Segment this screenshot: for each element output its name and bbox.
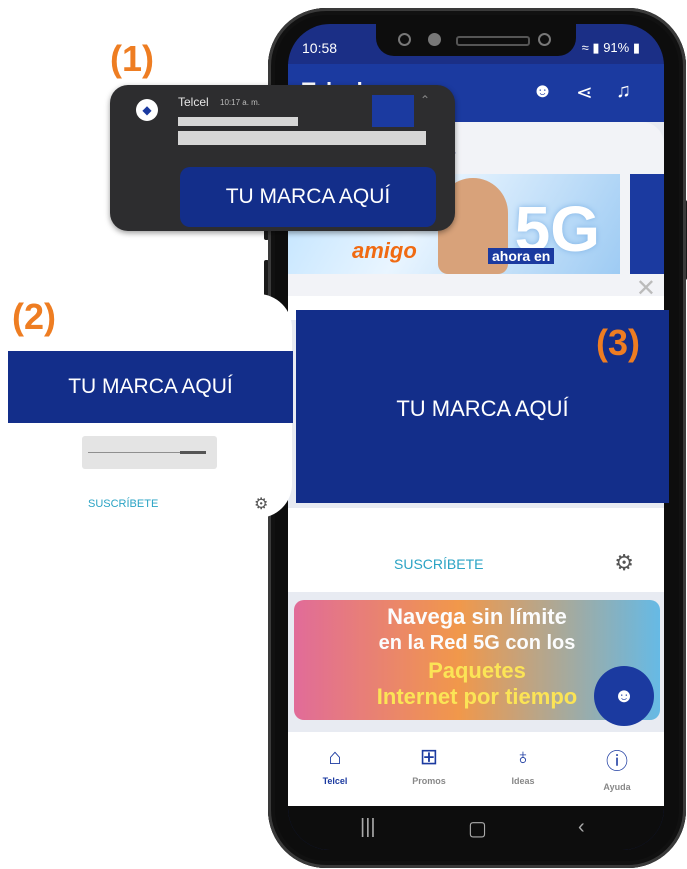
close-icon[interactable]: ✕ bbox=[636, 274, 656, 303]
promo-amigo-logo: amigo bbox=[352, 238, 417, 263]
progress-track bbox=[88, 452, 182, 453]
battery-level: 91% bbox=[603, 40, 630, 55]
nav-label: Telcel bbox=[322, 776, 348, 786]
progress-thumb bbox=[180, 451, 206, 454]
telcel-logo-icon: ◆ bbox=[136, 99, 158, 121]
back-icon[interactable]: ‹ bbox=[578, 816, 585, 839]
system-nav-bar: ||| ▢ ‹ bbox=[288, 806, 664, 850]
wifi-icon: ≈ bbox=[581, 40, 589, 55]
status-time: 10:58 bbox=[302, 40, 338, 56]
inline-brand-button[interactable]: TU MARCA AQUÍ bbox=[8, 351, 293, 423]
camera-icon bbox=[398, 33, 411, 46]
status-battery: ≈ ▮ 91% ▮ bbox=[582, 40, 640, 56]
gear-icon[interactable]: ⚙ bbox=[614, 550, 634, 576]
bottom-nav: ⌂ Telcel ⊞ Promos ♁ Ideas ⓘ Ayuda bbox=[288, 732, 664, 806]
info-icon: ⓘ bbox=[605, 749, 628, 774]
camera-icon bbox=[538, 33, 551, 46]
camera-icon bbox=[428, 33, 441, 46]
nav-promos[interactable]: ⊞ Promos bbox=[382, 744, 476, 786]
nav-telcel[interactable]: ⌂ Telcel bbox=[288, 744, 382, 786]
battery-icon: ▮ bbox=[632, 40, 640, 55]
gear-icon[interactable]: ⚙ bbox=[254, 494, 268, 514]
nav-label: Promos bbox=[412, 776, 446, 786]
bell-icon[interactable]: ♫ bbox=[616, 80, 631, 103]
signal-icon: ▮ bbox=[592, 40, 600, 55]
progress-bar bbox=[82, 436, 217, 469]
notification-app-name: Telcel bbox=[178, 95, 209, 109]
home-button-icon[interactable]: ▢ bbox=[468, 816, 487, 841]
mascot-icon: ☻ bbox=[613, 685, 635, 707]
subscribe-link[interactable]: SUSCRÍBETE bbox=[394, 556, 483, 572]
callout-1: (1) bbox=[110, 38, 154, 79]
nav-ayuda[interactable]: ⓘ Ayuda bbox=[570, 744, 664, 792]
inline-subscribe-link[interactable]: SUSCRÍBETE bbox=[88, 498, 158, 510]
subscribe-area bbox=[288, 508, 664, 592]
nav-label: Ayuda bbox=[603, 782, 631, 792]
speaker-grille bbox=[456, 36, 530, 46]
notification-body-placeholder bbox=[178, 131, 426, 145]
notification-brand-button[interactable]: TU MARCA AQUÍ bbox=[180, 167, 436, 227]
notification-time: 10:17 a. m. bbox=[220, 98, 261, 107]
callout-3: (3) bbox=[596, 322, 640, 363]
interstitial-ad-label: TU MARCA AQUÍ bbox=[396, 396, 569, 421]
promo-ahora-text: ahora en bbox=[488, 248, 555, 264]
lightbulb-icon: ♁ bbox=[514, 744, 532, 769]
promo-next-card[interactable] bbox=[630, 174, 664, 274]
notification-thumbnail bbox=[372, 95, 414, 127]
notification-title-placeholder bbox=[178, 117, 298, 126]
gift-icon: ⊞ bbox=[419, 744, 439, 769]
home-icon: ⌂ bbox=[328, 744, 342, 769]
banner-line-2: en la Red 5G con los bbox=[378, 632, 576, 654]
mascot-icon[interactable]: ☻ bbox=[532, 80, 553, 103]
share-icon[interactable]: ⋖ bbox=[576, 80, 593, 105]
banner-line-1: Navega sin límite bbox=[387, 604, 567, 629]
nav-label: Ideas bbox=[511, 776, 535, 786]
recents-icon[interactable]: ||| bbox=[360, 816, 376, 839]
camera-notch bbox=[376, 24, 576, 56]
push-notification[interactable]: ◆ Telcel 10:17 a. m. ⌃ TU MARCA AQUÍ bbox=[110, 85, 455, 231]
chevron-up-icon[interactable]: ⌃ bbox=[420, 93, 430, 107]
callout-2: (2) bbox=[12, 296, 56, 337]
nav-ideas[interactable]: ♁ Ideas bbox=[476, 744, 570, 786]
assistant-fab[interactable]: ☻ bbox=[594, 666, 654, 726]
